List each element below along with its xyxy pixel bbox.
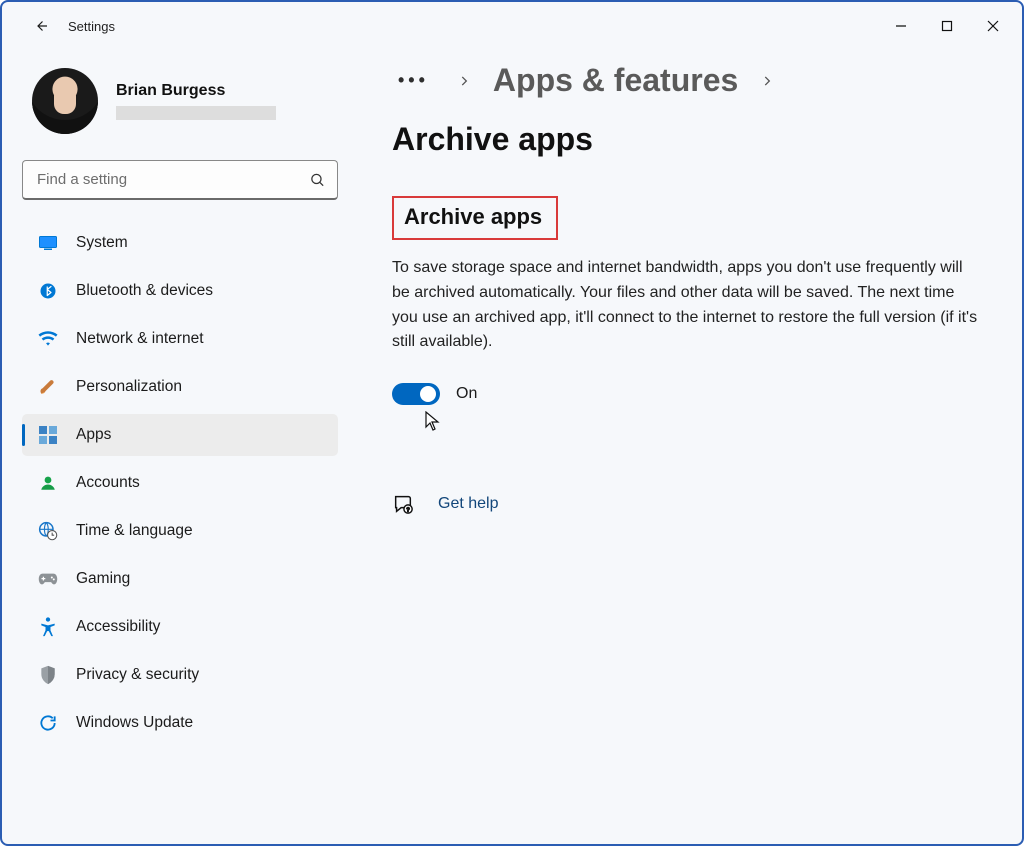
close-button[interactable] bbox=[970, 7, 1016, 45]
profile-name: Brian Burgess bbox=[116, 82, 276, 100]
window-controls bbox=[878, 7, 1016, 45]
minimize-button[interactable] bbox=[878, 7, 924, 45]
sidebar-item-personalization[interactable]: Personalization bbox=[22, 366, 338, 408]
sidebar-item-label: Personalization bbox=[76, 378, 182, 396]
sidebar-item-accounts[interactable]: Accounts bbox=[22, 462, 338, 504]
settings-window: Settings Brian Burgess bbox=[0, 0, 1024, 846]
sidebar-item-apps[interactable]: Apps bbox=[22, 414, 338, 456]
bluetooth-icon bbox=[38, 281, 58, 301]
chevron-right-icon bbox=[760, 74, 774, 88]
section-description: To save storage space and internet bandw… bbox=[392, 256, 982, 355]
profile-email-redacted bbox=[116, 106, 276, 120]
apps-icon bbox=[38, 425, 58, 445]
breadcrumb-current: Archive apps bbox=[392, 121, 593, 158]
profile[interactable]: Brian Burgess bbox=[22, 50, 338, 160]
person-icon bbox=[38, 473, 58, 493]
sidebar-item-network[interactable]: Network & internet bbox=[22, 318, 338, 360]
breadcrumb-overflow[interactable]: ••• bbox=[392, 70, 435, 91]
sidebar-item-gaming[interactable]: Gaming bbox=[22, 558, 338, 600]
avatar bbox=[32, 68, 98, 134]
archive-apps-toggle[interactable] bbox=[392, 383, 440, 405]
sidebar: Brian Burgess System bbox=[22, 50, 362, 824]
sidebar-item-accessibility[interactable]: Accessibility bbox=[22, 606, 338, 648]
toggle-knob bbox=[420, 386, 436, 402]
sidebar-item-bluetooth[interactable]: Bluetooth & devices bbox=[22, 270, 338, 312]
svg-text:?: ? bbox=[407, 508, 410, 514]
cursor-icon bbox=[424, 411, 994, 431]
back-button[interactable] bbox=[24, 9, 58, 43]
get-help-link[interactable]: Get help bbox=[438, 495, 498, 513]
sidebar-item-system[interactable]: System bbox=[22, 222, 338, 264]
sidebar-item-time[interactable]: Time & language bbox=[22, 510, 338, 552]
sidebar-item-label: System bbox=[76, 234, 128, 252]
titlebar: Settings bbox=[2, 2, 1022, 50]
sidebar-item-label: Gaming bbox=[76, 570, 130, 588]
sidebar-item-label: Accessibility bbox=[76, 618, 160, 636]
wifi-icon bbox=[38, 329, 58, 349]
section-heading: Archive apps bbox=[392, 196, 558, 240]
sidebar-item-label: Bluetooth & devices bbox=[76, 282, 213, 300]
maximize-button[interactable] bbox=[924, 7, 970, 45]
sidebar-item-privacy[interactable]: Privacy & security bbox=[22, 654, 338, 696]
get-help-row[interactable]: ? Get help bbox=[392, 493, 994, 515]
help-icon: ? bbox=[392, 493, 414, 515]
update-icon bbox=[38, 713, 58, 733]
accessibility-icon bbox=[38, 617, 58, 637]
sidebar-item-update[interactable]: Windows Update bbox=[22, 702, 338, 744]
shield-icon bbox=[38, 665, 58, 685]
app-title: Settings bbox=[68, 19, 115, 34]
archive-apps-toggle-row: On bbox=[392, 383, 994, 405]
content: ••• Apps & features Archive apps Archive… bbox=[362, 50, 1002, 824]
sidebar-item-label: Privacy & security bbox=[76, 666, 199, 684]
toggle-state-label: On bbox=[456, 385, 477, 403]
sidebar-item-label: Windows Update bbox=[76, 714, 193, 732]
monitor-icon bbox=[38, 233, 58, 253]
paintbrush-icon bbox=[38, 377, 58, 397]
gamepad-icon bbox=[38, 569, 58, 589]
sidebar-item-label: Network & internet bbox=[76, 330, 204, 348]
search-input[interactable] bbox=[22, 160, 338, 200]
sidebar-item-label: Accounts bbox=[76, 474, 140, 492]
search-icon bbox=[309, 172, 326, 189]
sidebar-item-label: Apps bbox=[76, 426, 111, 444]
arrow-left-icon bbox=[32, 17, 50, 35]
maximize-icon bbox=[941, 20, 953, 32]
search bbox=[22, 160, 338, 200]
breadcrumb-parent[interactable]: Apps & features bbox=[493, 62, 738, 99]
breadcrumb: ••• Apps & features Archive apps bbox=[392, 62, 994, 158]
globe-clock-icon bbox=[38, 521, 58, 541]
minimize-icon bbox=[895, 20, 907, 32]
nav-list: System Bluetooth & devices Network & int… bbox=[22, 222, 338, 744]
chevron-right-icon bbox=[457, 74, 471, 88]
sidebar-item-label: Time & language bbox=[76, 522, 193, 540]
close-icon bbox=[987, 20, 999, 32]
